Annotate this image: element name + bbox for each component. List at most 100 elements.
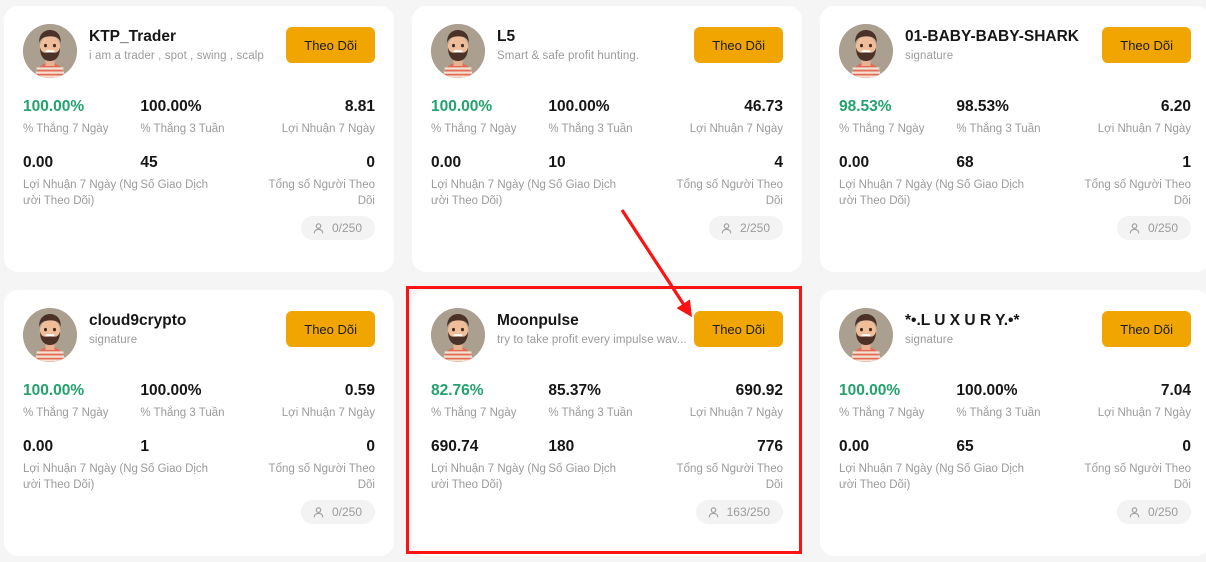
follow-button[interactable]: Theo Dõi [694, 27, 783, 63]
stat-label: Số Giao Dịch [548, 463, 617, 475]
trader-card-3[interactable]: cloud9crypto signature Theo Dõi 100.00% … [4, 290, 394, 556]
stat-label: % Thắng 7 Ngày [431, 407, 517, 419]
stat-label: % Thắng 3 Tuần [140, 123, 225, 135]
stat-row-primary: 98.53% % Thắng 7 Ngày 98.53% % Thắng 3 T… [839, 97, 1191, 137]
avatar-illustration-icon [23, 308, 77, 362]
stat-label: Lợi Nhuận 7 Ngày [281, 407, 375, 419]
trader-stats: 100.00% % Thắng 7 Ngày 100.00% % Thắng 3… [431, 97, 783, 209]
stat-trades: 45 Số Giao Dịch [140, 153, 257, 209]
avatar-illustration-icon [431, 24, 485, 78]
trader-card-1[interactable]: L5 Smart & safe profit hunting. Theo Dõi… [412, 6, 802, 272]
follow-button[interactable]: Theo Dõi [694, 311, 783, 347]
follower-slots-text: 163/250 [726, 505, 770, 519]
stat-value: 100.00% [431, 98, 493, 115]
trader-leaderboard-page: KTP_Trader i am a trader , spot , swing … [0, 0, 1206, 562]
avatar-illustration-icon [431, 308, 485, 362]
trader-stats: 100.00% % Thắng 7 Ngày 100.00% % Thắng 3… [23, 381, 375, 493]
stat-row-secondary: 0.00 Lợi Nhuận 7 Ngày (Người Theo Dõi) 6… [839, 437, 1191, 493]
trader-name: KTP_Trader [89, 28, 177, 45]
stat-win-rate-7d: 98.53% % Thắng 7 Ngày [839, 97, 956, 137]
stat-total-followers: 4 Tổng số Người Theo Dõi [666, 153, 783, 209]
stat-value: 100.00% [839, 382, 901, 399]
follower-slots-text: 0/250 [331, 505, 362, 519]
trader-card-header: L5 Smart & safe profit hunting. Theo Dõi [431, 24, 783, 78]
follower-slots-wrap: 2/250 [431, 216, 783, 240]
trader-card-2[interactable]: 01-BABY-BABY-SHARK signature Theo Dõi 98… [820, 6, 1206, 272]
stat-label: Số Giao Dịch [956, 463, 1025, 475]
stat-value: 0 [366, 438, 375, 455]
stat-value: 45 [140, 154, 158, 171]
trader-identity: Moonpulse try to take profit every impul… [497, 308, 688, 348]
stat-value: 6.20 [1160, 98, 1191, 115]
stat-value: 100.00% [140, 382, 202, 399]
stat-total-followers: 776 Tổng số Người Theo Dõi [666, 437, 783, 493]
stat-win-rate-7d: 100.00% % Thắng 7 Ngày [23, 97, 140, 137]
stat-profit-7d: 690.92 Lợi Nhuận 7 Ngày [666, 381, 783, 421]
trader-card-header: Moonpulse try to take profit every impul… [431, 308, 783, 362]
stat-win-rate-3w: 100.00% % Thắng 3 Tuần [140, 97, 257, 137]
stat-value: 82.76% [431, 382, 484, 399]
trader-card-grid: KTP_Trader i am a trader , spot , swing … [0, 0, 1206, 562]
person-icon [1128, 222, 1141, 235]
stat-win-rate-3w: 98.53% % Thắng 3 Tuần [956, 97, 1073, 137]
stat-value: 100.00% [548, 98, 610, 115]
follow-button[interactable]: Theo Dõi [1102, 311, 1191, 347]
stat-profit-7d-followers: 0.00 Lợi Nhuận 7 Ngày (Người Theo Dõi) [23, 153, 140, 209]
stat-value: 690.74 [431, 438, 479, 455]
stat-label: Lợi Nhuận 7 Ngày (Người Theo Dõi) [839, 463, 954, 491]
stat-total-followers: 1 Tổng số Người Theo Dõi [1074, 153, 1191, 209]
stat-label: Tổng số Người Theo Dõi [676, 463, 783, 491]
stat-total-followers: 0 Tổng số Người Theo Dõi [258, 153, 375, 209]
stat-label: Lợi Nhuận 7 Ngày [689, 407, 783, 419]
stat-value: 0.00 [839, 438, 870, 455]
stat-profit-7d: 0.59 Lợi Nhuận 7 Ngày [258, 381, 375, 421]
stat-total-followers: 0 Tổng số Người Theo Dõi [258, 437, 375, 493]
trader-identity: *•.L U X U R Y.•* signature [905, 308, 1096, 348]
stat-label: Lợi Nhuận 7 Ngày (Người Theo Dõi) [431, 179, 546, 207]
stat-value: 100.00% [23, 98, 85, 115]
stat-profit-7d-followers: 0.00 Lợi Nhuận 7 Ngày (Người Theo Dõi) [839, 437, 956, 493]
follow-button[interactable]: Theo Dõi [286, 311, 375, 347]
trader-card-0[interactable]: KTP_Trader i am a trader , spot , swing … [4, 6, 394, 272]
trader-description: signature [905, 334, 954, 346]
follower-slots-text: 2/250 [739, 221, 770, 235]
trader-card-header: 01-BABY-BABY-SHARK signature Theo Dõi [839, 24, 1191, 78]
stat-value: 46.73 [744, 98, 783, 115]
trader-description: signature [905, 50, 954, 62]
stat-profit-7d: 8.81 Lợi Nhuận 7 Ngày [258, 97, 375, 137]
trader-card-4[interactable]: Moonpulse try to take profit every impul… [412, 290, 802, 556]
stat-value: 7.04 [1160, 382, 1191, 399]
stat-win-rate-3w: 85.37% % Thắng 3 Tuần [548, 381, 665, 421]
stat-value: 4 [774, 154, 783, 171]
stat-row-secondary: 0.00 Lợi Nhuận 7 Ngày (Người Theo Dõi) 1… [431, 153, 783, 209]
stat-value: 0 [366, 154, 375, 171]
stat-value: 68 [956, 154, 974, 171]
stat-win-rate-7d: 100.00% % Thắng 7 Ngày [431, 97, 548, 137]
avatar-illustration-icon [839, 24, 893, 78]
stat-value: 8.81 [344, 98, 375, 115]
trader-identity: 01-BABY-BABY-SHARK signature [905, 24, 1096, 64]
stat-label: % Thắng 7 Ngày [839, 407, 925, 419]
stat-profit-7d: 6.20 Lợi Nhuận 7 Ngày [1074, 97, 1191, 137]
stat-value: 98.53% [839, 98, 892, 115]
stat-profit-7d-followers: 0.00 Lợi Nhuận 7 Ngày (Người Theo Dõi) [839, 153, 956, 209]
trader-identity: cloud9crypto signature [89, 308, 280, 348]
avatar-illustration-icon [839, 308, 893, 362]
trader-card-5[interactable]: *•.L U X U R Y.•* signature Theo Dõi 100… [820, 290, 1206, 556]
follower-slots-badge: 0/250 [1116, 216, 1191, 240]
stat-value: 0.00 [23, 438, 54, 455]
follow-button[interactable]: Theo Dõi [286, 27, 375, 63]
stat-label: Tổng số Người Theo Dõi [676, 179, 783, 207]
trader-stats: 100.00% % Thắng 7 Ngày 100.00% % Thắng 3… [839, 381, 1191, 493]
stat-value: 100.00% [23, 382, 85, 399]
stat-row-primary: 82.76% % Thắng 7 Ngày 85.37% % Thắng 3 T… [431, 381, 783, 421]
stat-value: 1 [1182, 154, 1191, 171]
follower-slots-badge: 163/250 [695, 500, 783, 524]
trader-card-header: KTP_Trader i am a trader , spot , swing … [23, 24, 375, 78]
stat-label: Lợi Nhuận 7 Ngày [1097, 123, 1191, 135]
trader-name: Moonpulse [497, 312, 579, 329]
stat-value: 690.92 [735, 382, 783, 399]
stat-total-followers: 0 Tổng số Người Theo Dõi [1074, 437, 1191, 493]
follower-slots-text: 0/250 [331, 221, 362, 235]
follow-button[interactable]: Theo Dõi [1102, 27, 1191, 63]
